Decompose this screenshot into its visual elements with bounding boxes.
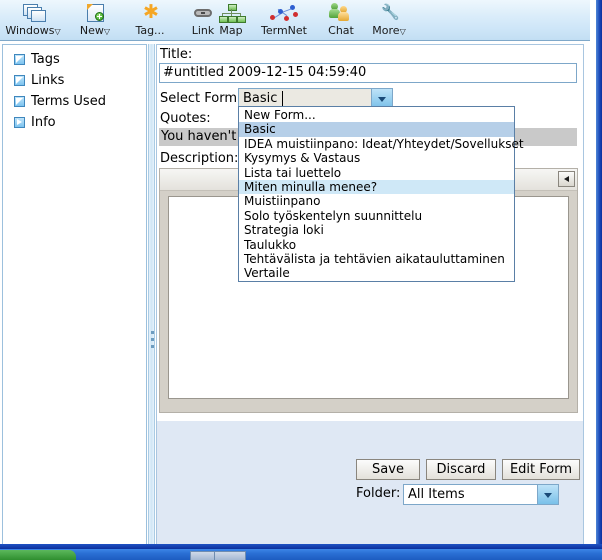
- sidebar-item-tags[interactable]: Tags: [3, 49, 146, 70]
- toolbar-label-windows: Windows▽: [2, 24, 64, 38]
- toolbar-button-more[interactable]: 🔧 More▽: [358, 1, 420, 40]
- chevron-down-icon: ▽: [54, 27, 61, 36]
- folder-value: All Items: [408, 487, 465, 502]
- quotes-label: Quotes:: [160, 111, 211, 126]
- sidebar-item-label-terms-used: Terms Used: [31, 94, 106, 109]
- tree-expanded-icon[interactable]: [14, 75, 25, 86]
- folder-combobox[interactable]: All Items: [403, 484, 559, 505]
- select-form-value: Basic: [243, 91, 278, 106]
- toolbar-button-windows[interactable]: Windows▽: [2, 1, 64, 40]
- sidebar-item-label-info: Info: [31, 115, 56, 130]
- description-label: Description:: [160, 151, 239, 166]
- dropdown-option[interactable]: IDEA muistiinpano: Ideat/Yhteydet/Sovell…: [239, 137, 524, 151]
- dropdown-option[interactable]: Solo työskentelyn suunnittelu: [239, 209, 514, 223]
- dropdown-option[interactable]: Tehtävälista ja tehtävien aikatauluttami…: [239, 252, 514, 266]
- new-note-icon: [64, 2, 126, 24]
- sidebar-item-label-tags: Tags: [31, 52, 60, 67]
- discard-button[interactable]: Discard: [426, 459, 496, 480]
- toolbar-text-more: More: [372, 24, 400, 37]
- dropdown-option[interactable]: Strategia loki: [239, 223, 514, 237]
- dropdown-option[interactable]: Lista tai luettelo: [239, 166, 514, 180]
- sidebar-tree-panel: Tags Links Terms Used Info: [2, 44, 147, 545]
- chevron-down-icon[interactable]: [537, 485, 558, 504]
- chevron-down-icon: ▽: [399, 27, 406, 36]
- tree-expanded-icon[interactable]: [14, 54, 25, 65]
- taskbar-item[interactable]: [214, 551, 246, 560]
- dropdown-option[interactable]: Kysymys & Vastaus: [239, 151, 514, 165]
- edit-form-button[interactable]: Edit Form: [502, 459, 580, 480]
- sidebar-item-info[interactable]: Info: [3, 112, 146, 133]
- sidebar-item-links[interactable]: Links: [3, 70, 146, 91]
- more-wrench-icon: 🔧: [381, 3, 400, 21]
- toolbar-label-new: New▽: [64, 24, 126, 38]
- dropdown-option[interactable]: Muistiinpano: [239, 194, 514, 208]
- text-cursor: [282, 91, 283, 106]
- window-border-right: [596, 0, 602, 553]
- title-input[interactable]: #untitled 2009-12-15 04:59:40: [159, 63, 577, 83]
- toolbar-label-more: More▽: [358, 24, 420, 38]
- toolbar-text-windows: Windows: [5, 24, 55, 37]
- application-window: Windows▽ New▽ ✱ Tag... Link Map TermNet …: [0, 0, 602, 560]
- dropdown-option[interactable]: Basic: [239, 122, 514, 137]
- select-form-label: Select Form:: [160, 91, 242, 106]
- select-form-dropdown-list[interactable]: New Form... Basic IDEA muistiinpano: Ideat…: [238, 106, 524, 282]
- dropdown-option[interactable]: New Form...: [239, 108, 514, 122]
- toolbar-button-new[interactable]: New▽: [64, 1, 126, 40]
- windows-icon: [2, 2, 64, 24]
- dropdown-option[interactable]: Vertaile: [239, 266, 514, 280]
- dropdown-option[interactable]: Miten minulla menee?: [239, 179, 514, 195]
- sidebar-item-label-links: Links: [31, 73, 65, 88]
- tree-collapsed-icon[interactable]: [14, 117, 25, 128]
- start-button[interactable]: [0, 550, 76, 560]
- title-label: Title:: [160, 47, 193, 62]
- tree-expanded-icon[interactable]: [14, 96, 25, 107]
- scroll-left-arrow-icon[interactable]: [558, 171, 575, 187]
- save-button[interactable]: Save: [356, 459, 420, 480]
- folder-label: Folder:: [356, 486, 401, 501]
- sidebar-item-terms-used[interactable]: Terms Used: [3, 91, 146, 112]
- taskbar[interactable]: [0, 549, 602, 560]
- panel-splitter[interactable]: [148, 44, 155, 545]
- toolbar-text-new: New: [79, 24, 104, 37]
- dropdown-option[interactable]: Taulukko: [239, 238, 514, 252]
- main-toolbar: Windows▽ New▽ ✱ Tag... Link Map TermNet …: [0, 0, 590, 41]
- chevron-down-icon: ▽: [103, 27, 111, 36]
